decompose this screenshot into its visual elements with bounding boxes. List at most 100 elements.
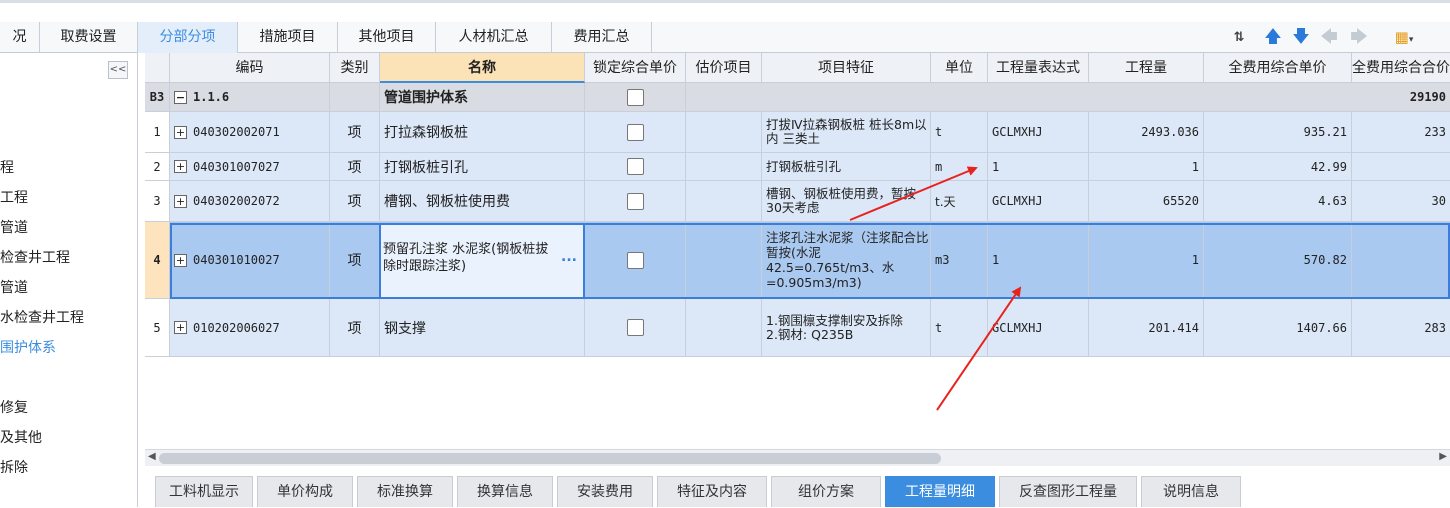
row-name-editing[interactable]: 预留孔注浆 水泥浆(钢板桩拔除时跟踪注浆) [383,241,553,275]
lock-checkbox[interactable] [626,88,644,106]
tab-overview[interactable]: 况 [0,22,40,53]
sort-icon[interactable]: ⇅ [1228,22,1250,53]
tab-standard-conversion[interactable]: 标准换算 [357,476,453,507]
row-quantity[interactable]: 65520 [1089,181,1204,222]
tab-conversion-info[interactable]: 换算信息 [457,476,553,507]
row-name[interactable]: 槽钢、钢板桩使用费 [380,181,585,222]
row-type[interactable]: 项 [330,181,380,222]
tab-fee-settings[interactable]: 取费设置 [40,22,138,53]
horizontal-scrollbar[interactable]: ◀ ▶ [145,449,1450,466]
tab-reverse-lookup[interactable]: 反查图形工程量 [999,476,1137,507]
row-expression[interactable]: GCLMXHJ [988,112,1089,153]
row-estimate[interactable] [686,112,762,153]
row-estimate[interactable] [686,299,762,357]
sidebar-item[interactable]: 程 [0,157,14,177]
tab-features-content[interactable]: 特征及内容 [657,476,767,507]
sidebar-item[interactable]: 修复 [0,397,28,417]
lock-checkbox[interactable] [626,158,644,175]
row-expression[interactable]: GCLMXHJ [988,181,1089,222]
row-quantity[interactable]: 201.414 [1089,299,1204,357]
name-edit-cell[interactable]: 预留孔注浆 水泥浆(钢板桩拔除时跟踪注浆) ... [379,223,585,299]
settings-dropdown-icon[interactable]: ▦▾ [1388,22,1420,53]
row-code[interactable]: +040302002071 [170,112,330,153]
tab-pricing-plan[interactable]: 组价方案 [771,476,881,507]
sidebar-item[interactable]: 水检查井工程 [0,307,84,327]
expand-icon[interactable]: + [174,253,187,267]
arrow-right-icon[interactable]: 🡆 [1348,22,1370,53]
row-code[interactable]: +040302002072 [170,181,330,222]
header-code[interactable]: 编码 [170,53,330,83]
sidebar-item-active[interactable]: 围护体系 [0,337,56,357]
row-code[interactable]: +040301010027 [170,222,330,299]
sidebar-item[interactable]: 拆除 [0,457,28,477]
tab-other-items[interactable]: 其他项目 [338,22,436,53]
tab-fee-summary[interactable]: 费用汇总 [552,22,652,53]
header-total-price[interactable]: 全费用综合合价 [1352,53,1450,83]
collapse-sidebar-button[interactable]: << [108,61,128,79]
ellipsis-button[interactable]: ... [561,249,577,265]
row-quantity[interactable]: 2493.036 [1089,112,1204,153]
sidebar-item[interactable]: 管道 [0,277,28,297]
tab-labor-material[interactable]: 工料机显示 [155,476,253,507]
header-quantity-expression[interactable]: 工程量表达式 [988,53,1089,83]
lock-checkbox[interactable] [626,192,644,210]
row-unit[interactable]: m [931,153,988,181]
scroll-right-icon[interactable]: ▶ [1439,451,1447,462]
header-feature[interactable]: 项目特征 [762,53,931,83]
row-unit[interactable]: t [931,299,988,357]
row-quantity[interactable]: 1 [1089,153,1204,181]
row-unit[interactable]: t [931,112,988,153]
tab-install-fees[interactable]: 安装费用 [557,476,653,507]
row-estimate[interactable] [686,222,762,299]
row-feature[interactable]: 打钢板桩引孔 [762,153,931,181]
tab-price-composition[interactable]: 单价构成 [257,476,353,507]
row-name[interactable]: 打钢板桩引孔 [380,153,585,181]
row-expression[interactable]: GCLMXHJ [988,299,1089,357]
tab-labor-material-summary[interactable]: 人材机汇总 [436,22,552,53]
row-code[interactable]: +040301007027 [170,153,330,181]
row-type[interactable]: 项 [330,112,380,153]
row-name[interactable]: 打拉森钢板桩 [380,112,585,153]
row-type[interactable]: 项 [330,153,380,181]
row-type[interactable]: 项 [330,222,380,299]
sidebar-item[interactable]: 及其他 [0,427,42,447]
scroll-left-icon[interactable]: ◀ [148,451,156,462]
tab-quantity-detail[interactable]: 工程量明细 [885,476,995,507]
header-type[interactable]: 类别 [330,53,380,83]
sidebar-item[interactable]: 检查井工程 [0,247,70,267]
lock-checkbox[interactable] [626,319,644,336]
row-unit[interactable]: t.天 [931,181,988,222]
row-unit[interactable]: m3 [931,222,988,299]
header-name[interactable]: 名称 [380,53,585,83]
tab-sub-items[interactable]: 分部分项 [138,22,238,53]
row-estimate[interactable] [686,181,762,222]
header-lock-price[interactable]: 锁定综合单价 [585,53,686,83]
expand-icon[interactable]: + [174,194,187,208]
row-feature[interactable]: 注浆孔注水泥浆（注浆配合比暂按(水泥42.5=0.765t/m3、水=0.905… [762,222,931,299]
arrow-down-icon[interactable]: 🡇 [1290,22,1312,53]
sidebar-item[interactable]: 管道 [0,217,28,237]
row-feature[interactable]: 槽钢、钢板桩使用费，暂按30天考虑 [762,181,931,222]
collapse-icon[interactable]: − [174,90,187,104]
tab-measures[interactable]: 措施项目 [238,22,338,53]
arrow-left-icon[interactable]: 🡄 [1318,22,1340,53]
row-code[interactable]: +010202006027 [170,299,330,357]
expand-icon[interactable]: + [174,321,187,334]
row-feature[interactable]: 打拔Ⅳ拉森钢板桩 桩长8m以内 三类土 [762,112,931,153]
row-expression[interactable]: 1 [988,222,1089,299]
row-quantity[interactable]: 1 [1089,222,1204,299]
row-estimate[interactable] [686,153,762,181]
row-type[interactable]: 项 [330,299,380,357]
expand-icon[interactable]: + [174,125,187,139]
header-unit-price[interactable]: 全费用综合单价 [1204,53,1352,83]
scroll-thumb[interactable] [159,453,941,464]
lock-checkbox[interactable] [626,251,644,269]
arrow-up-icon[interactable]: 🡅 [1262,22,1284,53]
tab-description[interactable]: 说明信息 [1141,476,1241,507]
header-estimate[interactable]: 估价项目 [686,53,762,83]
row-feature[interactable]: 1.钢围檩支撑制安及拆除 2.钢材: Q235B [762,299,931,357]
header-unit[interactable]: 单位 [931,53,988,83]
lock-checkbox[interactable] [626,123,644,141]
row-expression[interactable]: 1 [988,153,1089,181]
header-quantity[interactable]: 工程量 [1089,53,1204,83]
